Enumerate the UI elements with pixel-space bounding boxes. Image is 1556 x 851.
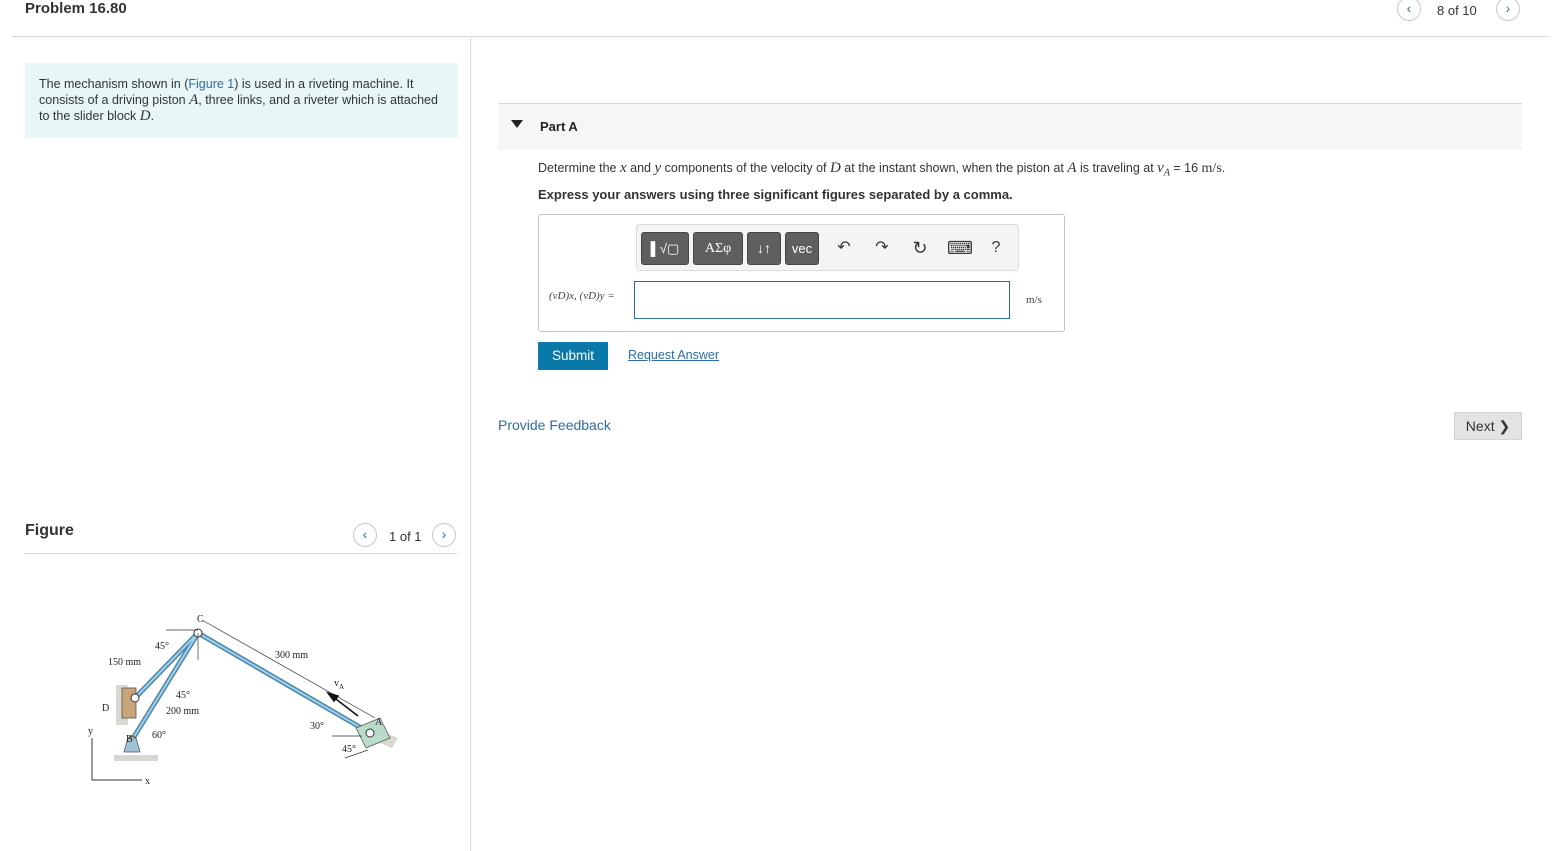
request-answer-link[interactable]: Request Answer	[628, 348, 719, 362]
dim-200mm: 200 mm	[166, 706, 199, 717]
header-divider	[12, 36, 1549, 37]
problem-pager-text: 8 of 10	[1437, 3, 1477, 18]
answer-instructions: Express your answers using three signifi…	[538, 187, 1013, 202]
math-toolbar: ▌√▢ ΑΣφ ↓↑ vec ↶ ↷ ↻ ⌨ ?	[636, 224, 1019, 271]
answer-label: (vD)x, (vD)y =	[549, 290, 615, 302]
reset-icon[interactable]: ↻	[909, 237, 931, 259]
prev-problem-button[interactable]: ‹	[1397, 0, 1421, 21]
figure-next-button[interactable]: ›	[432, 523, 456, 547]
label-a: A	[375, 717, 383, 728]
dim-150mm: 150 mm	[108, 657, 141, 668]
angle-45-mid: 45°	[176, 690, 190, 701]
figure-prev-button[interactable]: ‹	[353, 523, 377, 547]
keyboard-icon[interactable]: ⌨	[947, 237, 973, 259]
submit-button[interactable]: Submit	[538, 342, 608, 370]
label-d: D	[102, 703, 109, 714]
label-va: vA	[334, 678, 344, 691]
intro-text: .	[150, 109, 155, 123]
column-divider	[470, 37, 471, 851]
dim-300mm: 300 mm	[275, 650, 308, 661]
slider-block-d	[121, 687, 137, 719]
figure-divider	[25, 553, 457, 554]
next-button[interactable]: Next ❯	[1454, 412, 1522, 440]
collapse-caret-icon[interactable]	[511, 120, 523, 128]
part-a-header[interactable]	[498, 104, 1522, 150]
greek-symbols-button[interactable]: ΑΣφ	[693, 232, 743, 265]
provide-feedback-link[interactable]: Provide Feedback	[498, 417, 611, 433]
part-a-label: Part A	[540, 119, 578, 134]
help-icon[interactable]: ?	[985, 237, 1007, 259]
problem-title: Problem 16.80	[25, 0, 127, 17]
answer-unit: m/s	[1026, 294, 1042, 306]
answer-input[interactable]	[634, 281, 1010, 319]
label-x: x	[145, 776, 150, 787]
vector-button[interactable]: vec	[785, 232, 819, 265]
redo-icon[interactable]: ↷	[871, 237, 893, 259]
angle-30: 30°	[310, 721, 324, 732]
header: Problem 16.80 ‹ 8 of 10 ›	[0, 0, 1556, 37]
intro-text: The mechanism shown in (	[39, 77, 189, 91]
label-y: y	[88, 726, 93, 737]
templates-button[interactable]: ▌√▢	[641, 232, 689, 265]
sub-superscript-button[interactable]: ↓↑	[747, 232, 781, 265]
figure-title: Figure	[25, 522, 74, 539]
figure-pager-text: 1 of 1	[389, 529, 422, 544]
problem-intro: The mechanism shown in (Figure 1) is use…	[25, 63, 458, 138]
undo-icon[interactable]: ↶	[833, 237, 855, 259]
figure-link[interactable]: Figure 1	[188, 77, 234, 91]
question-text: Determine the x and y components of the …	[538, 160, 1226, 179]
angle-60: 60°	[152, 730, 166, 741]
var-A: A	[189, 92, 199, 108]
label-b: B	[126, 734, 133, 745]
label-c: C	[197, 614, 204, 625]
var-D: D	[139, 108, 151, 124]
angle-45-top: 45°	[155, 641, 169, 652]
angle-45-bottom: 45°	[342, 744, 356, 755]
mechanism-figure: C A B D y x vA 150 mm 200 mm 300 mm 45° …	[88, 614, 398, 787]
next-problem-button[interactable]: ›	[1496, 0, 1520, 21]
